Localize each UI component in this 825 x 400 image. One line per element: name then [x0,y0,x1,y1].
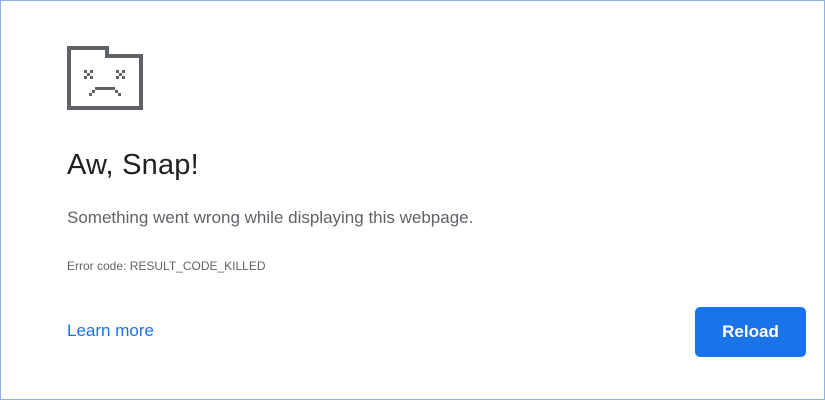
error-page: Aw, Snap! Something went wrong while dis… [0,0,825,400]
reload-button[interactable]: Reload [695,307,806,357]
error-message: Something went wrong while displaying th… [67,208,474,227]
learn-more-link[interactable]: Learn more [67,319,154,343]
error-code: Error code: RESULT_CODE_KILLED [67,259,266,273]
error-title: Aw, Snap! [67,149,199,181]
sad-folder-icon [67,46,143,110]
